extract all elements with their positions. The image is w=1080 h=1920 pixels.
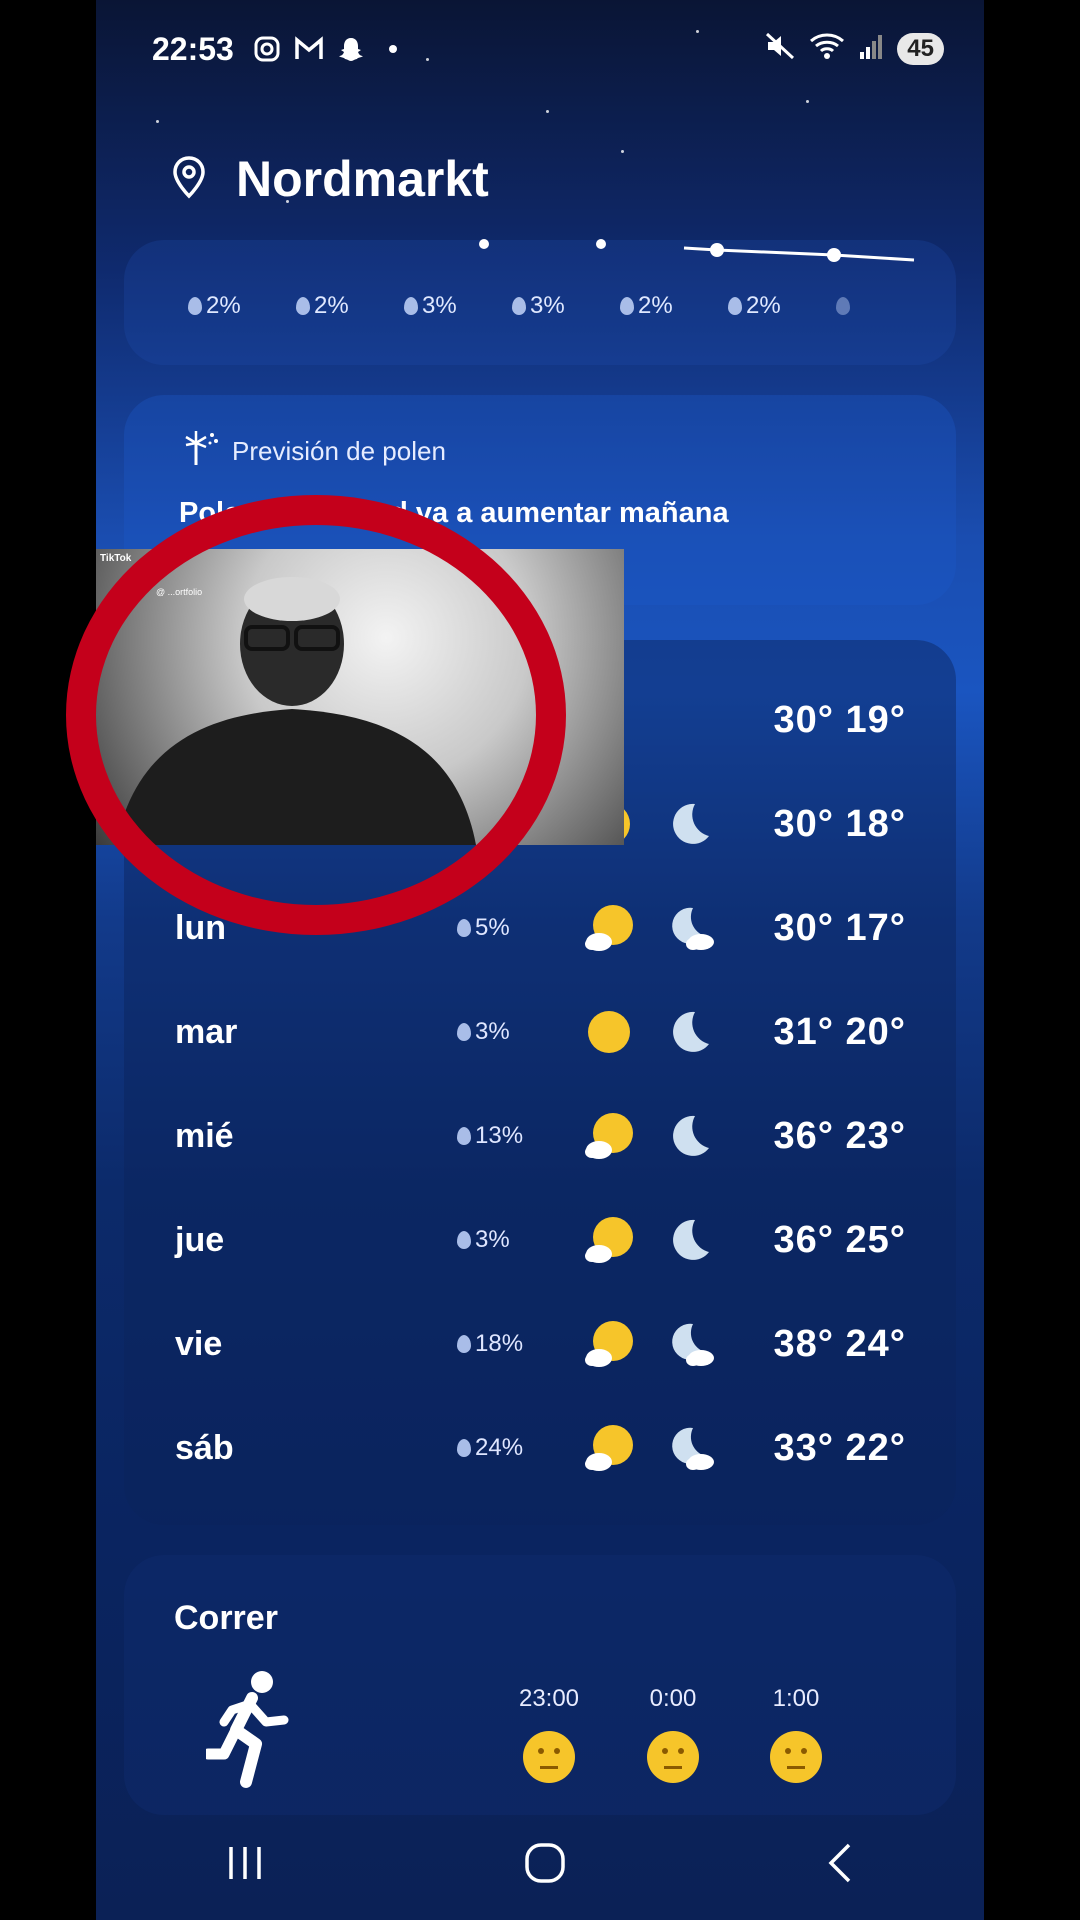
- sun-icon: [585, 1008, 633, 1056]
- drop-icon: [296, 297, 310, 315]
- moon-icon: [665, 800, 713, 848]
- battery-indicator: 45: [897, 33, 944, 65]
- dandelion-icon: [184, 429, 220, 474]
- running-slot-time: 1:00: [772, 1685, 820, 1712]
- drop-icon: [457, 1023, 471, 1041]
- location-title: Nordmarkt: [236, 151, 489, 207]
- clock: 22:53: [152, 30, 234, 67]
- daily-temps: 31° 20°: [773, 1010, 906, 1053]
- recent-apps-button[interactable]: [225, 1845, 265, 1886]
- running-card[interactable]: Correr 23:00 0:00 1:00: [124, 1555, 956, 1815]
- mute-icon: [765, 31, 795, 68]
- daily-precip: 5%: [457, 914, 510, 942]
- partly-cloudy-sun-icon: [585, 1112, 633, 1160]
- daily-day: mar: [175, 1012, 238, 1051]
- moon-icon: [665, 1216, 713, 1264]
- drop-icon: [457, 1127, 471, 1145]
- daily-row[interactable]: jue 3% 36° 25°: [175, 1210, 906, 1270]
- daily-temps: 30° 18°: [773, 802, 906, 845]
- gmail-icon: [294, 34, 324, 64]
- pollen-title: Previsión de polen: [232, 436, 446, 466]
- daily-precip: 13%: [457, 1122, 523, 1150]
- hourly-precip-row: 2% 2% 3% 3% 2% 2%: [188, 292, 944, 320]
- location-header[interactable]: Nordmarkt: [172, 150, 489, 208]
- daily-temps: 30° 19°: [773, 698, 906, 741]
- drop-icon: [457, 1439, 471, 1457]
- running-slot: 0:00: [618, 1685, 728, 1783]
- neutral-face-icon: [770, 1731, 822, 1783]
- partly-cloudy-sun-icon: [585, 1424, 633, 1472]
- hourly-precip: 2%: [728, 292, 836, 320]
- back-button[interactable]: [825, 1841, 855, 1890]
- navigation-bar: [96, 1810, 984, 1920]
- hourly-precip-partial: [836, 292, 944, 320]
- daily-temps: 33° 22°: [773, 1426, 906, 1469]
- running-slot-time: 0:00: [649, 1685, 697, 1712]
- running-slot: 1:00: [741, 1685, 851, 1783]
- partly-cloudy-moon-icon: [665, 1424, 714, 1472]
- daily-temps: 38° 24°: [773, 1322, 906, 1365]
- daily-day: mié: [175, 1116, 234, 1155]
- moon-icon: [665, 1112, 713, 1160]
- runner-icon: [202, 1670, 292, 1795]
- partly-cloudy-sun-icon: [585, 1320, 633, 1368]
- daily-precip: 3%: [457, 1018, 510, 1046]
- daily-day: jue: [175, 1220, 225, 1259]
- daily-row[interactable]: mar 3% 31° 20°: [175, 1002, 906, 1062]
- daily-row[interactable]: mié 13% 36° 23°: [175, 1106, 906, 1166]
- drop-icon: [457, 1231, 471, 1249]
- drop-icon: [836, 297, 850, 315]
- more-notifications-dot-icon: [378, 34, 408, 64]
- hourly-temperature-line: [479, 239, 915, 262]
- running-title: Correr: [174, 1599, 278, 1637]
- daily-temps: 36° 23°: [773, 1114, 906, 1157]
- partly-cloudy-moon-icon: [665, 1320, 714, 1368]
- neutral-face-icon: [523, 1731, 575, 1783]
- daily-temps: 30° 17°: [773, 906, 906, 949]
- running-slot: 23:00: [494, 1685, 604, 1783]
- red-highlight-circle: [66, 495, 566, 935]
- drop-icon: [457, 1335, 471, 1353]
- drop-icon: [188, 297, 202, 315]
- hourly-precip: 3%: [512, 292, 620, 320]
- hourly-precip: 2%: [620, 292, 728, 320]
- weather-screen: 22:53 45 Nordmarkt 2% 2% 3% 3% 2% 2% Pre…: [96, 0, 984, 1920]
- drop-icon: [728, 297, 742, 315]
- home-button[interactable]: [523, 1841, 567, 1890]
- daily-precip: 18%: [457, 1330, 523, 1358]
- daily-day: vie: [175, 1324, 223, 1363]
- signal-icon: [859, 31, 883, 68]
- running-slot-time: 23:00: [518, 1685, 580, 1712]
- neutral-face-icon: [647, 1731, 699, 1783]
- wifi-icon: [809, 31, 845, 68]
- partly-cloudy-sun-icon: [585, 904, 633, 952]
- instagram-icon: [252, 34, 282, 64]
- drop-icon: [457, 919, 471, 937]
- daily-row[interactable]: vie 18% 38° 24°: [175, 1314, 906, 1374]
- partly-cloudy-moon-icon: [665, 904, 714, 952]
- partly-cloudy-sun-icon: [585, 1216, 633, 1264]
- moon-icon: [665, 1008, 713, 1056]
- hourly-precip: 2%: [296, 292, 404, 320]
- drop-icon: [512, 297, 526, 315]
- location-pin-icon: [172, 155, 206, 204]
- snapchat-icon: [336, 34, 366, 64]
- daily-precip: 3%: [457, 1226, 510, 1254]
- daily-temps: 36° 25°: [773, 1218, 906, 1261]
- drop-icon: [620, 297, 634, 315]
- hourly-precip: 3%: [404, 292, 512, 320]
- daily-precip: 24%: [457, 1434, 523, 1462]
- status-bar: 22:53 45: [152, 24, 944, 74]
- daily-row[interactable]: sáb 24% 33° 22°: [175, 1418, 906, 1478]
- daily-day: sáb: [175, 1428, 234, 1467]
- drop-icon: [404, 297, 418, 315]
- hourly-precip: 2%: [188, 292, 296, 320]
